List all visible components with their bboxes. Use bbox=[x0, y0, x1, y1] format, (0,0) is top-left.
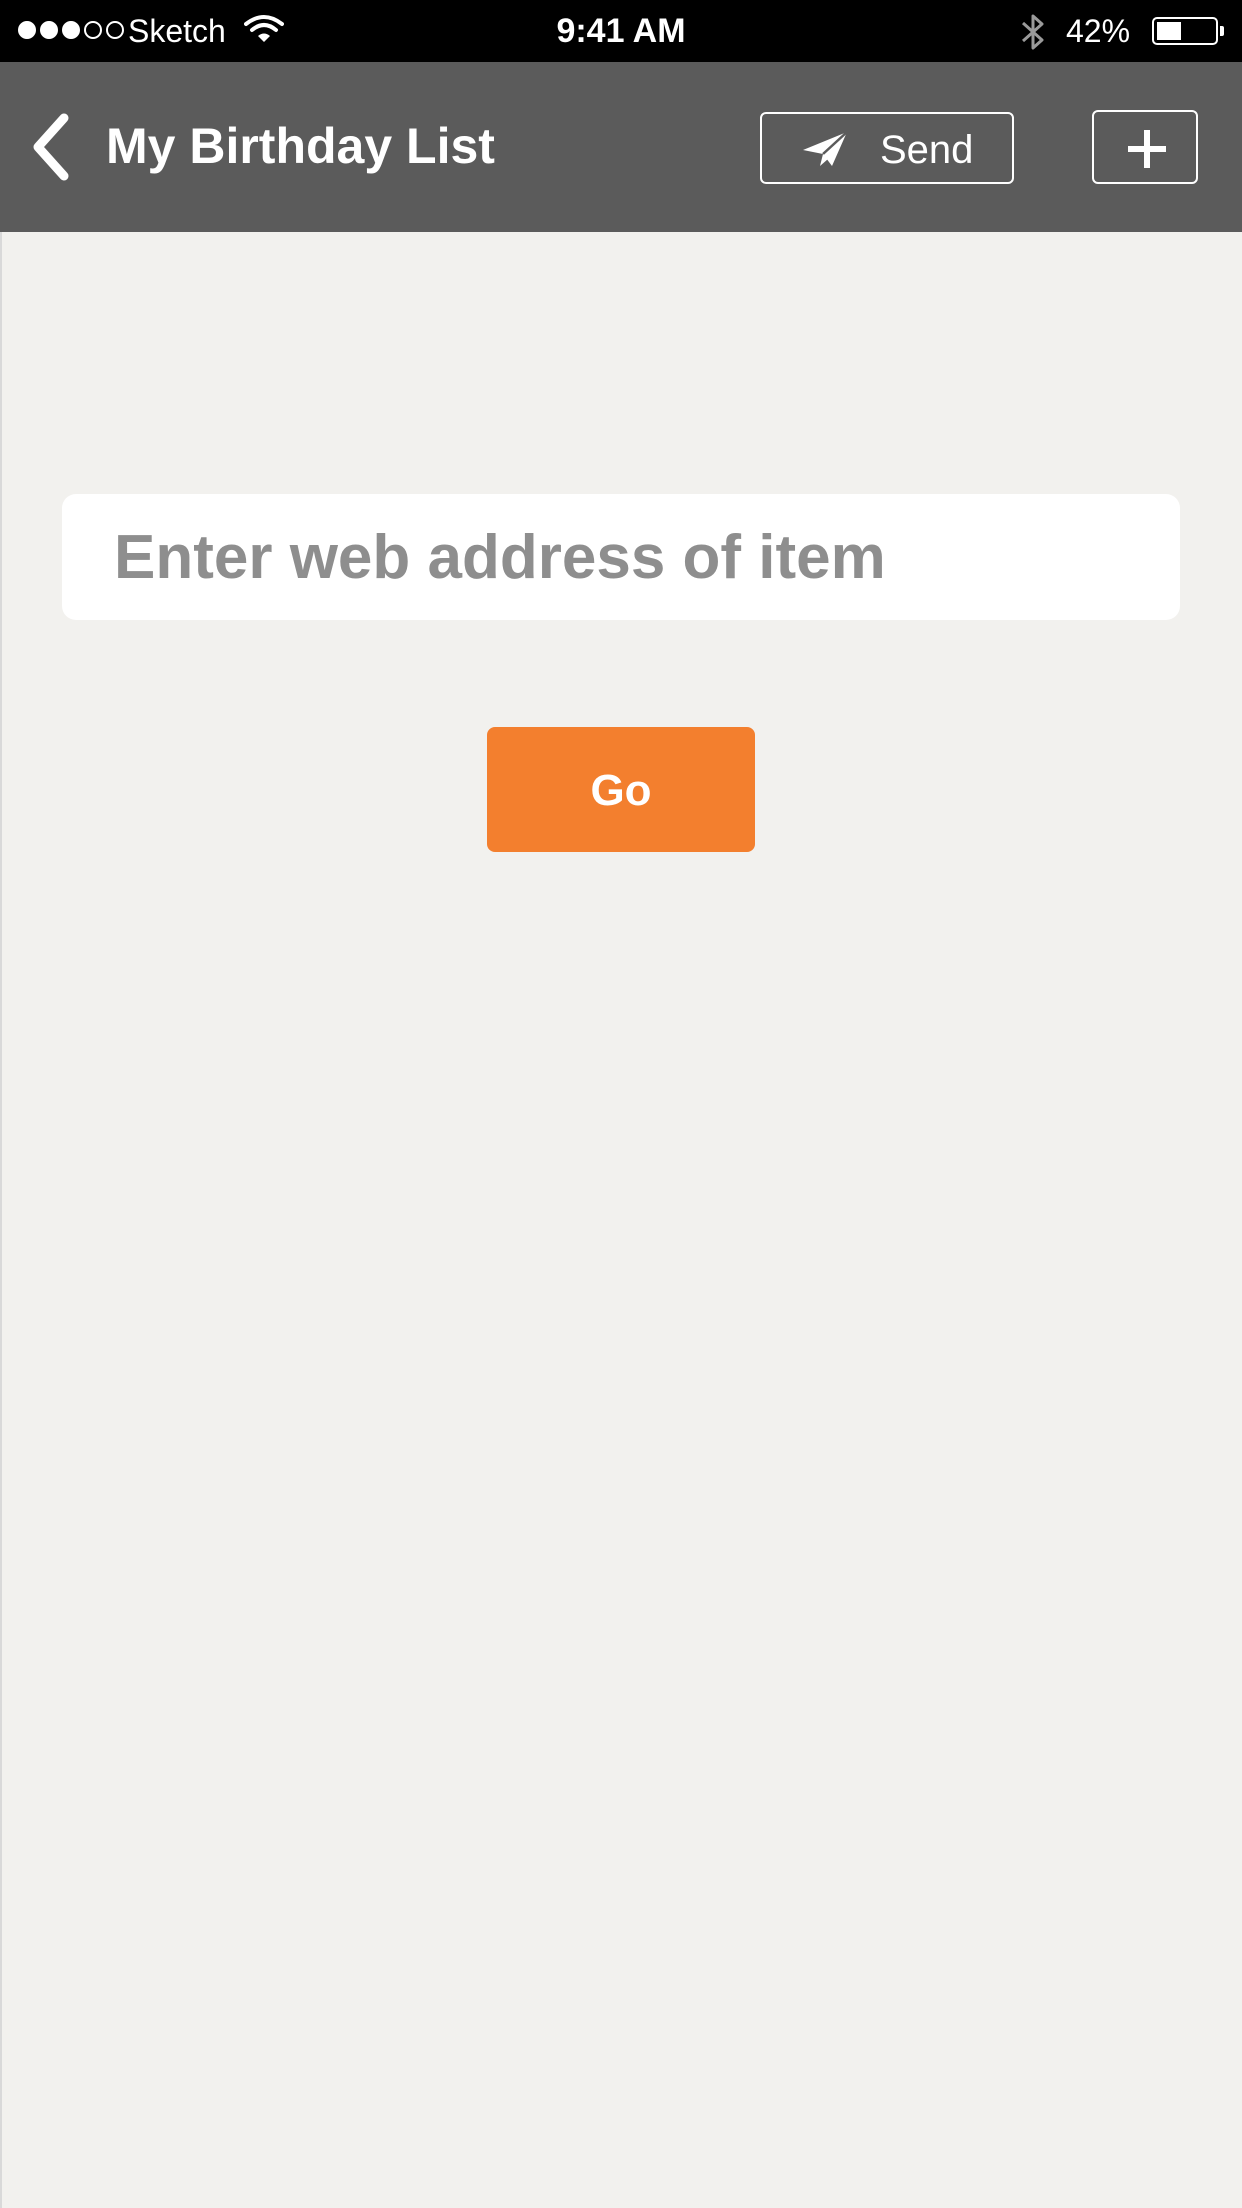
send-label: Send bbox=[880, 128, 974, 172]
send-button[interactable]: Send bbox=[760, 112, 1014, 184]
battery-tip bbox=[1220, 26, 1224, 36]
left-edge-divider bbox=[0, 232, 2, 2208]
battery-icon bbox=[1152, 17, 1218, 45]
go-button[interactable]: Go bbox=[487, 727, 755, 852]
bluetooth-icon bbox=[1018, 12, 1048, 57]
nav-bar: My Birthday List Send bbox=[0, 62, 1242, 232]
web-address-input[interactable] bbox=[62, 494, 1180, 620]
paper-plane-icon bbox=[803, 131, 848, 166]
battery-level bbox=[1157, 22, 1181, 40]
chevron-left-icon bbox=[33, 113, 69, 181]
add-item-button[interactable] bbox=[1092, 110, 1198, 184]
status-bar: Sketch 9:41 AM 42% bbox=[0, 0, 1242, 62]
battery-percent: 42% bbox=[1066, 13, 1131, 49]
status-time: 9:41 AM bbox=[556, 12, 686, 50]
page-title: My Birthday List bbox=[106, 118, 495, 174]
plus-icon bbox=[1128, 130, 1166, 168]
back-button[interactable] bbox=[24, 112, 80, 182]
